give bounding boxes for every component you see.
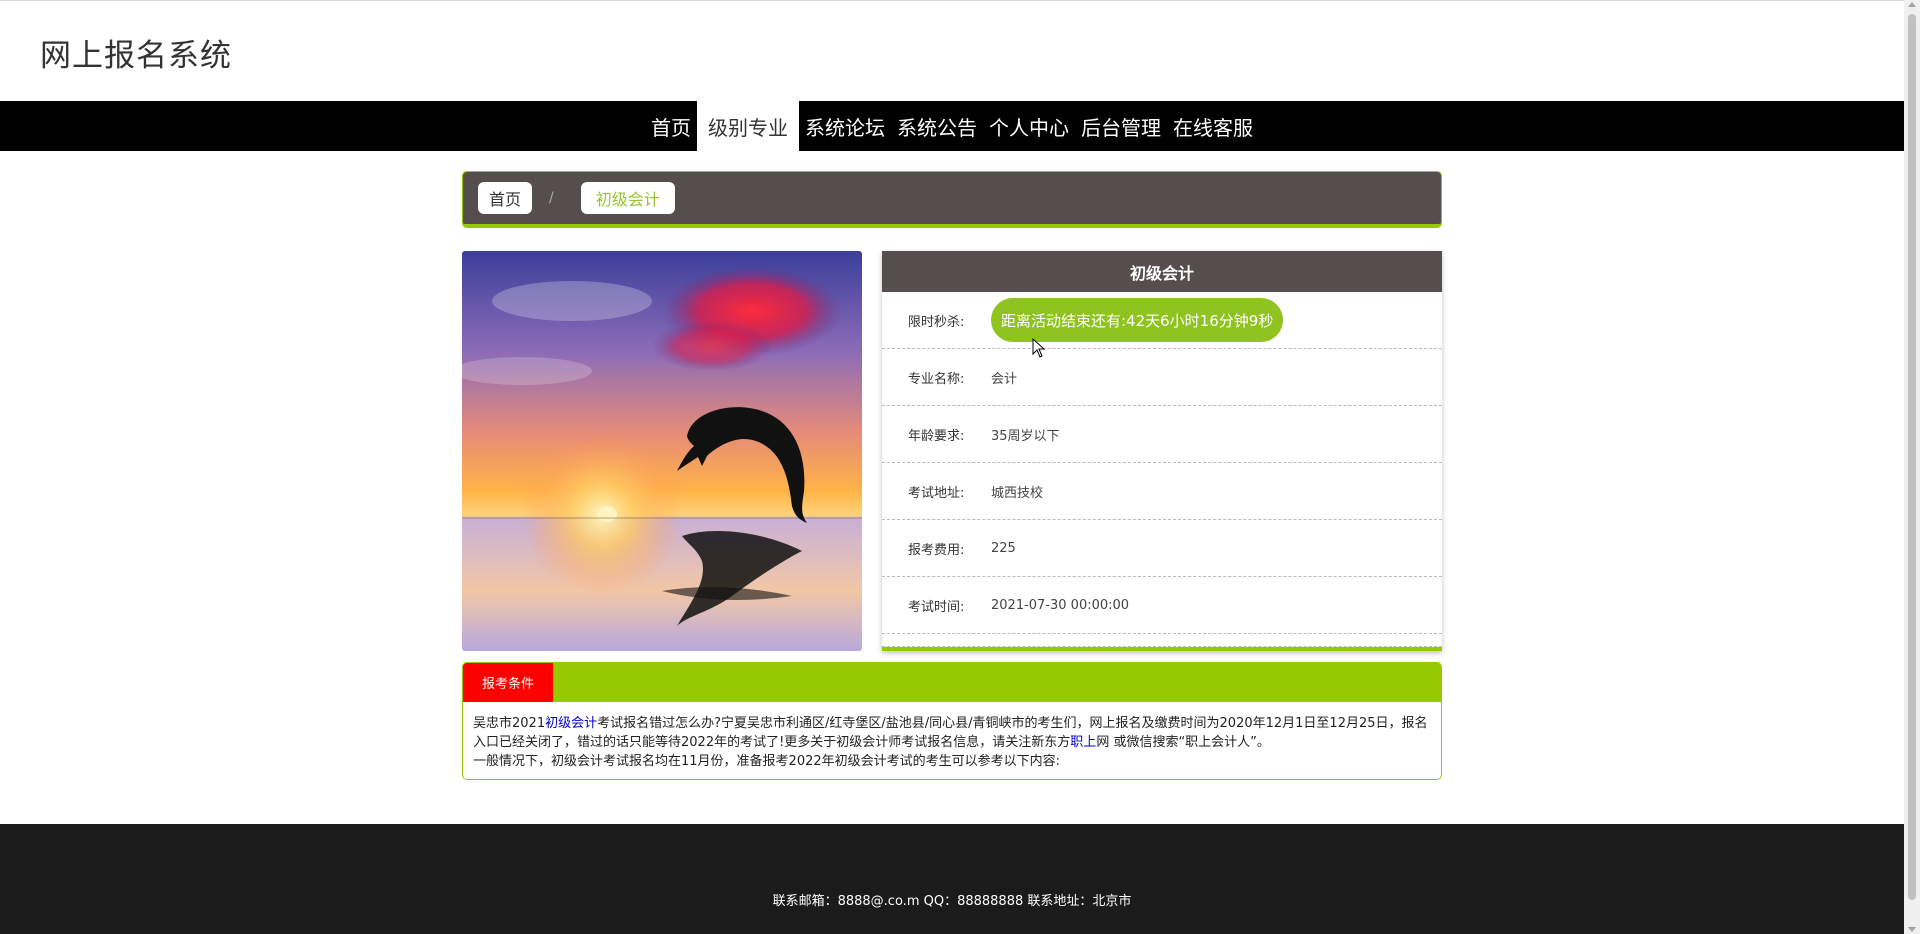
detail-value: 35周岁以下 <box>991 428 1060 444</box>
tab-conditions[interactable]: 报考条件 <box>463 663 554 702</box>
detail-label: 年龄要求: <box>908 428 965 444</box>
nav-item-home[interactable]: 首页 <box>645 101 697 151</box>
footer: 联系邮箱：8888@.co.m QQ：88888888 联系地址：北京市 <box>0 824 1904 934</box>
detail-panel: 初级会计 限时秒杀: 距离活动结束还有:42天6小时16分钟9秒 专业名称: 会… <box>882 251 1442 651</box>
page-scrollbar[interactable] <box>1904 0 1920 934</box>
nav-item-user-center[interactable]: 个人中心 <box>983 101 1075 151</box>
detail-value: 城西技校 <box>991 485 1044 501</box>
nav-item-support[interactable]: 在线客服 <box>1167 101 1259 151</box>
link-junior-accounting[interactable]: 初级会计 <box>545 716 597 731</box>
breadcrumb: 首页 / 初级会计 <box>462 171 1442 228</box>
nav-item-admin[interactable]: 后台管理 <box>1075 101 1167 151</box>
countdown-badge[interactable]: 距离活动结束还有:42天6小时16分钟9秒 <box>991 298 1284 342</box>
scroll-thumb[interactable] <box>1908 14 1916 900</box>
mouse-cursor-icon <box>1032 338 1046 358</box>
conditions-panel: 报考条件 吴忠市2021初级会计考试报名错过怎么办?宁夏吴忠市利通区/红寺堡区/… <box>462 662 1442 780</box>
detail-value: 2021-07-30 00:00:00 <box>991 597 1130 613</box>
detail-value: 会计 <box>991 371 1018 387</box>
detail-label: 专业名称: <box>908 371 965 387</box>
breadcrumb-separator: / <box>549 190 554 206</box>
breadcrumb-home[interactable]: 首页 <box>478 182 533 214</box>
detail-row-spacer <box>882 634 1442 647</box>
conditions-tab-bar: 报考条件 <box>463 663 1441 702</box>
conditions-text: 吴忠市2021 <box>473 716 546 731</box>
top-border <box>0 0 1904 1</box>
detail-row: 考试时间: 2021-07-30 00:00:00 <box>882 577 1442 634</box>
link-zhishang[interactable]: 职上 <box>1070 735 1096 750</box>
detail-accent-bar <box>882 647 1442 651</box>
conditions-paragraph-1: 吴忠市2021初级会计考试报名错过怎么办?宁夏吴忠市利通区/红寺堡区/盐池县/同… <box>473 714 1431 752</box>
detail-label: 考试地址: <box>908 485 965 501</box>
conditions-content: 吴忠市2021初级会计考试报名错过怎么办?宁夏吴忠市利通区/红寺堡区/盐池县/同… <box>463 702 1441 771</box>
detail-row: 年龄要求: 35周岁以下 <box>882 406 1442 463</box>
conditions-text: 网 或微信搜索“职上会计人”。 <box>1096 735 1270 750</box>
scroll-up-icon[interactable] <box>1908 2 1916 7</box>
countdown-label: 限时秒杀: <box>908 314 965 330</box>
nav-item-announcements[interactable]: 系统公告 <box>891 101 983 151</box>
breadcrumb-current[interactable]: 初级会计 <box>580 182 675 214</box>
main-nav: 首页 级别专业 系统论坛 系统公告 个人中心 后台管理 在线客服 <box>0 101 1904 151</box>
footer-contact: 联系邮箱：8888@.co.m QQ：88888888 联系地址：北京市 <box>772 894 1132 909</box>
scroll-down-icon[interactable] <box>1908 927 1916 932</box>
site-title: 网上报名系统 <box>40 38 232 74</box>
detail-value: 225 <box>991 540 1016 556</box>
nav-item-levels[interactable]: 级别专业 <box>697 101 799 151</box>
detail-row: 报考费用: 225 <box>882 520 1442 577</box>
detail-title: 初级会计 <box>882 251 1442 292</box>
dolphin-sunset-image <box>462 251 862 651</box>
detail-label: 考试时间: <box>908 599 965 615</box>
detail-row: 考试地址: 城西技校 <box>882 463 1442 520</box>
detail-label: 报考费用: <box>908 542 965 558</box>
conditions-text: 考试报名错过怎么办?宁夏吴忠市利通区/红寺堡区/盐池县/同心县/青铜峡市的考生们… <box>473 716 1428 750</box>
conditions-paragraph-2: 一般情况下，初级会计考试报名均在11月份，准备报考2022年初级会计考试的考生可… <box>473 754 1061 769</box>
detail-row: 专业名称: 会计 <box>882 349 1442 406</box>
nav-item-forum[interactable]: 系统论坛 <box>799 101 891 151</box>
product-image <box>462 251 862 651</box>
countdown-row: 限时秒杀: 距离活动结束还有:42天6小时16分钟9秒 <box>882 292 1442 349</box>
